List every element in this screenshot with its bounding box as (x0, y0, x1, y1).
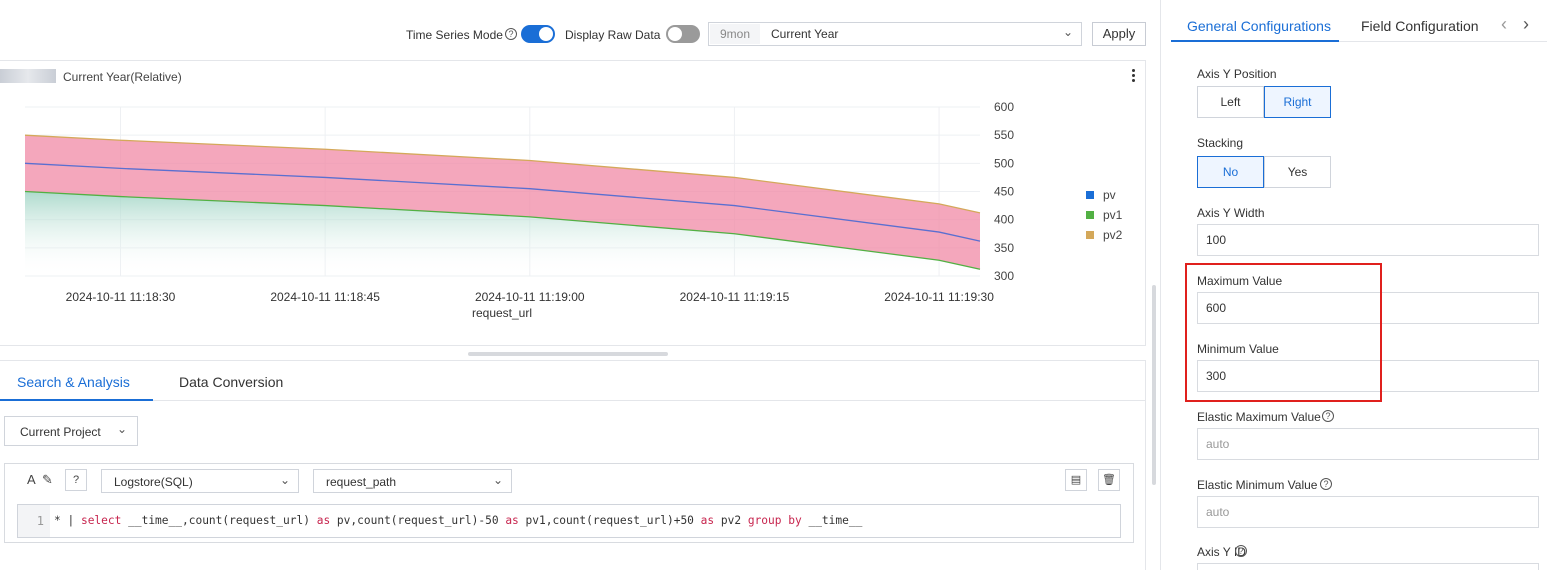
chart-panel: Current Year(Relative) 600 550 500 450 400 35… (0, 60, 1146, 346)
query-code-token: pv,count(request_url)-50 (330, 514, 506, 527)
display-raw-data-toggle[interactable] (666, 25, 700, 43)
tab-data-conversion[interactable]: Data Conversion (179, 374, 283, 390)
stacking-no-option[interactable]: No (1197, 156, 1264, 188)
legend-label-pv: pv (1103, 188, 1116, 202)
project-select-value: Current Project (20, 425, 101, 439)
axis-y-width-input[interactable]: 100 (1197, 224, 1539, 256)
legend-label-pv1: pv1 (1103, 208, 1123, 222)
config-tabs: General Configurations Field Configurati… (1171, 0, 1547, 42)
logstore-type-select[interactable]: Logstore(SQL) ⌄ (101, 469, 299, 493)
stacking-yes-option[interactable]: Yes (1264, 156, 1331, 188)
help-icon[interactable]: ? (65, 469, 87, 491)
legend-swatch-pv2 (1086, 231, 1094, 239)
axis-y-position-label: Axis Y Position (1197, 67, 1277, 81)
query-panel: Search & Analysis Data Conversion Curren… (0, 360, 1146, 570)
stacking-label: Stacking (1197, 136, 1244, 150)
help-icon[interactable]: ? (1235, 545, 1247, 557)
query-code-token: as (700, 514, 715, 527)
panel-resize-handle[interactable] (468, 352, 668, 356)
x-tick-label: 2024-10-11 11:18:45 (270, 290, 380, 304)
query-code-token: as (505, 514, 519, 527)
tab-search-analysis[interactable]: Search & Analysis (17, 374, 130, 390)
active-tab-indicator (0, 399, 153, 401)
project-select[interactable]: Current Project ⌄ (4, 416, 138, 446)
chevron-right-icon[interactable]: › (1523, 14, 1529, 35)
time-series-mode-toggle[interactable] (521, 25, 555, 43)
top-toolbar: Time Series Mode ? Display Raw Data 9mon… (0, 0, 1150, 60)
help-icon[interactable]: ? (1320, 478, 1332, 490)
y-tick-label: 300 (994, 269, 1014, 283)
chevron-down-icon: ⌄ (116, 422, 127, 436)
elastic-minimum-value-label: Elastic Minimum Value (1197, 478, 1318, 492)
chevron-down-icon: ⌄ (279, 473, 290, 487)
tab-field-configuration[interactable]: Field Configuration (1361, 18, 1479, 34)
area-chart: 600 550 500 450 400 350 300 2024-10-11 11:18:30… (24, 100, 1123, 320)
main-scrollbar[interactable] (1152, 285, 1156, 485)
elastic-maximum-value-label: Elastic Maximum Value (1197, 410, 1321, 424)
query-code-text: * | select __time__,count(request_url) a… (54, 514, 862, 527)
x-tick-label: 2024-10-11 11:19:00 (475, 290, 585, 304)
query-code-token: select (80, 514, 122, 527)
display-raw-data-label: Display Raw Data (565, 28, 661, 42)
logstore-type-value: Logstore(SQL) (114, 475, 193, 489)
delete-icon[interactable]: 🗑 (1098, 469, 1120, 491)
y-tick-label: 350 (994, 241, 1014, 255)
y-tick-label: 550 (994, 128, 1014, 142)
help-icon[interactable]: ? (505, 28, 517, 40)
active-tab-indicator (1171, 40, 1339, 42)
y-tick-label: 600 (994, 100, 1014, 114)
query-code-token: as (316, 514, 331, 527)
time-range-value: Current Year (771, 27, 839, 41)
y-tick-label: 500 (994, 156, 1014, 170)
query-code-token: __time__,count(request_url) (121, 514, 317, 527)
chevron-down-icon: ⌄ (492, 473, 503, 487)
y-tick-label: 450 (994, 185, 1014, 199)
query-code-token: __time__ (801, 514, 863, 527)
legend-swatch-pv1 (1086, 211, 1094, 219)
axis-y-width-label: Axis Y Width (1197, 206, 1265, 220)
time-series-mode-label: Time Series Mode (406, 28, 503, 42)
axis-y-position-left-option[interactable]: Left (1197, 86, 1264, 118)
query-code-token: pv1,count(request_url)+50 (518, 514, 701, 527)
edit-pencil-icon[interactable]: ✎ (42, 472, 53, 488)
axis-y-id-input[interactable] (1197, 563, 1539, 570)
logstore-name-select[interactable]: request_path ⌄ (313, 469, 512, 493)
query-code-prefix: * | (54, 514, 81, 527)
y-tick-label: 400 (994, 213, 1014, 227)
help-icon[interactable]: ? (1322, 410, 1334, 422)
x-tick-label: 2024-10-11 11:18:30 (66, 290, 176, 304)
x-tick-label: 2024-10-11 11:19:15 (680, 290, 790, 304)
highlight-box (1185, 263, 1382, 402)
query-code-input[interactable]: 1 * | select __time__,count(request_url)… (17, 504, 1121, 538)
chevron-left-icon[interactable]: ‹ (1501, 14, 1507, 35)
line-number: 1 (18, 505, 50, 537)
query-code-token: group by (747, 514, 802, 527)
x-tick-label: 2024-10-11 11:19:30 (884, 290, 994, 304)
legend-swatch-pv (1086, 191, 1094, 199)
tab-general-configurations[interactable]: General Configurations (1187, 18, 1331, 34)
chevron-down-icon: ⌄ (1062, 25, 1073, 39)
logstore-name-value: request_path (326, 475, 397, 489)
saved-query-icon[interactable]: ▤ (1065, 469, 1087, 491)
elastic-maximum-value-input[interactable]: auto (1197, 428, 1539, 460)
time-range-badge: 9mon (710, 24, 761, 44)
config-panel: General Configurations Field Configurati… (1160, 0, 1554, 570)
elastic-minimum-value-input[interactable]: auto (1197, 496, 1539, 528)
font-size-icon[interactable]: A (27, 472, 36, 487)
time-range-select[interactable]: 9mon Current Year ⌄ (708, 22, 1082, 46)
axis-y-position-right-option[interactable]: Right (1264, 86, 1331, 118)
query-code-token: pv2 (714, 514, 748, 527)
query-tabs: Search & Analysis Data Conversion (0, 361, 1146, 401)
legend-label-pv2: pv2 (1103, 228, 1123, 242)
query-editor: A ✎ ? Logstore(SQL) ⌄ request_path ⌄ ▤ 🗑… (4, 463, 1134, 543)
x-axis-label: request_url (472, 306, 532, 320)
apply-button[interactable]: Apply (1092, 22, 1146, 46)
